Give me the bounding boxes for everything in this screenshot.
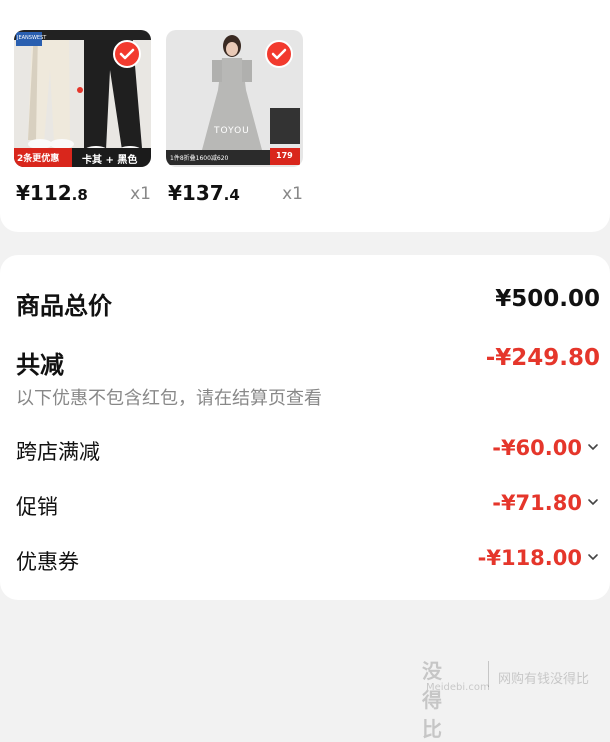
discount-label: 跨店满减 (16, 440, 100, 464)
brand-logo: TOYOU (214, 126, 250, 136)
check-icon (119, 48, 135, 60)
watermark-slogan: 网购有钱没得比 (498, 672, 590, 687)
selected-checkbox[interactable] (113, 40, 141, 68)
discount-value: -¥60.00 (492, 436, 582, 460)
discount-label: 优惠券 (16, 550, 79, 574)
product-quantity: x1 (282, 184, 303, 204)
discount-value: -¥118.00 (477, 546, 582, 570)
discount-value: -¥71.80 (492, 491, 582, 515)
total-price-value: ¥500.00 (495, 286, 600, 312)
product-item[interactable]: TOYOU 179 1件8折叠1600减620 ¥137.4 x1 (166, 30, 303, 215)
product-variant: 卡其 + 黑色 (82, 155, 138, 166)
brand-logo: JEANSWEST (17, 35, 47, 41)
promo-strip: 1件8折叠1600减620 (170, 155, 229, 162)
tag-price: 179 (276, 151, 293, 160)
discount-note: 以下优惠不包含红包，请在结算页查看 (16, 388, 322, 409)
product-price: ¥137.4 (168, 181, 240, 205)
product-item[interactable]: 2条更优惠 卡其 + 黑色 JEANSWEST ¥112.8 x1 (14, 30, 151, 215)
selected-checkbox[interactable] (265, 40, 293, 68)
product-quantity: x1 (130, 184, 151, 204)
watermark-logo: 没得比 (422, 659, 442, 741)
product-badge: 2条更优惠 (17, 154, 60, 164)
product-price-row: ¥112.8 x1 (14, 175, 151, 215)
chevron-down-icon[interactable] (586, 440, 600, 454)
total-price-label: 商品总价 (16, 292, 112, 320)
product-thumbnail[interactable]: TOYOU 179 1件8折叠1600减620 (166, 30, 303, 167)
check-icon (271, 48, 287, 60)
total-discount-label: 共减 (16, 351, 64, 379)
chevron-down-icon[interactable] (586, 495, 600, 509)
product-thumbnail[interactable]: 2条更优惠 卡其 + 黑色 JEANSWEST (14, 30, 151, 167)
chevron-down-icon[interactable] (586, 550, 600, 564)
watermark-divider (488, 661, 489, 687)
selected-products-card: 2条更优惠 卡其 + 黑色 JEANSWEST ¥112.8 x1 TOYOU … (0, 0, 610, 232)
discount-label: 促销 (16, 495, 58, 519)
watermark-site: Meidebi.com (426, 682, 490, 693)
product-price-row: ¥137.4 x1 (166, 175, 303, 215)
product-price: ¥112.8 (16, 181, 88, 205)
total-discount-value: -¥249.80 (485, 345, 600, 371)
